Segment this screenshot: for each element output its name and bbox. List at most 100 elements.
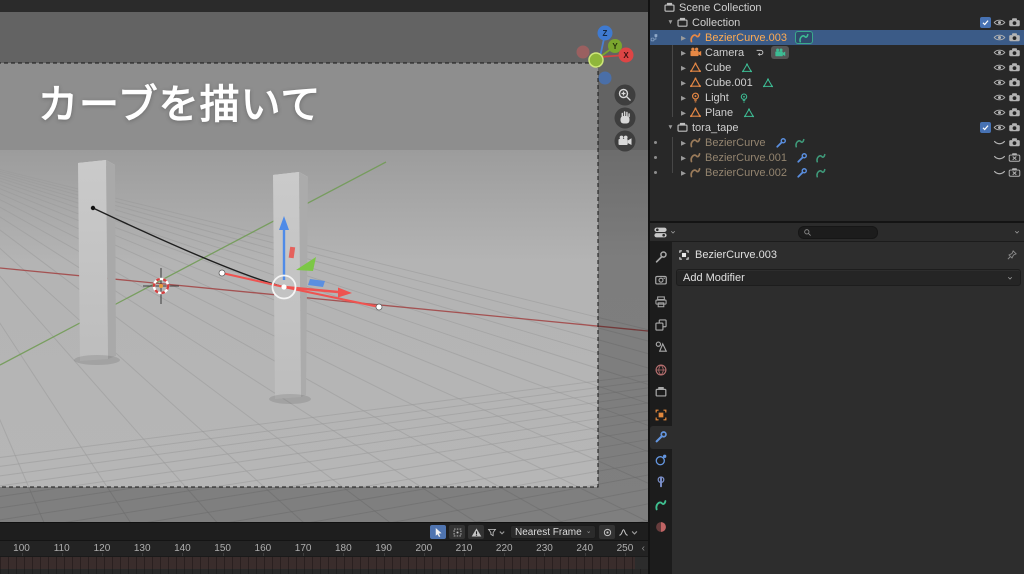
wrench-data-icon[interactable] bbox=[774, 136, 789, 149]
outliner-row[interactable]: Scene Collection bbox=[650, 0, 1024, 15]
hide-viewport-toggle[interactable] bbox=[993, 31, 1006, 44]
outliner-row[interactable]: ▶ Cube bbox=[650, 60, 1024, 75]
disable-render-toggle[interactable] bbox=[1008, 121, 1021, 134]
properties-tab-output[interactable] bbox=[650, 291, 672, 314]
hide-viewport-toggle[interactable] bbox=[993, 166, 1006, 179]
outliner-row[interactable]: ▶ BezierCurve bbox=[650, 135, 1024, 150]
disclosure-triangle[interactable]: ▶ bbox=[678, 79, 689, 87]
disable-render-toggle[interactable] bbox=[1008, 136, 1021, 149]
properties-search[interactable] bbox=[798, 225, 878, 239]
3d-viewport[interactable]: Z Y X カーブを描いて bbox=[0, 0, 648, 522]
frame-tick bbox=[262, 553, 264, 556]
collection-checkbox[interactable] bbox=[980, 17, 991, 28]
hide-viewport-toggle[interactable] bbox=[993, 61, 1006, 74]
timeline-track-area[interactable] bbox=[0, 557, 648, 574]
disclosure-triangle[interactable]: ▶ bbox=[678, 34, 689, 42]
outliner-row[interactable]: ▶ Camera bbox=[650, 45, 1024, 60]
outliner-row[interactable]: ▶ Plane bbox=[650, 105, 1024, 120]
wrench-data-icon[interactable] bbox=[795, 151, 810, 164]
pillar-left[interactable] bbox=[74, 160, 120, 365]
disclosure-triangle[interactable]: ▶ bbox=[678, 154, 689, 162]
mesh-data-icon[interactable] bbox=[741, 106, 756, 119]
disable-render-toggle[interactable] bbox=[1008, 166, 1021, 179]
outliner-row[interactable]: ▶ Light bbox=[650, 90, 1024, 105]
axis-ball-neg-y[interactable] bbox=[588, 52, 604, 68]
properties-tab-render[interactable] bbox=[650, 269, 672, 292]
filter-button[interactable] bbox=[487, 525, 507, 539]
interpolation-button[interactable] bbox=[618, 525, 640, 539]
disable-render-toggle[interactable] bbox=[1008, 31, 1021, 44]
hide-viewport-toggle[interactable] bbox=[993, 76, 1006, 89]
disable-render-toggle[interactable] bbox=[1008, 76, 1021, 89]
keying-button[interactable] bbox=[599, 525, 615, 539]
disclosure-triangle[interactable]: ▶ bbox=[678, 49, 689, 57]
zoom-button[interactable] bbox=[614, 84, 636, 106]
axis-ball-neg-z[interactable] bbox=[598, 71, 612, 85]
disclosure-triangle[interactable]: ▶ bbox=[678, 64, 689, 72]
options-chevron-icon[interactable] bbox=[1013, 228, 1021, 236]
search-input[interactable] bbox=[815, 227, 873, 237]
mesh-data-icon[interactable] bbox=[761, 76, 776, 89]
constraint-data-icon[interactable] bbox=[752, 46, 767, 59]
properties-tab-material[interactable] bbox=[650, 516, 672, 539]
properties-tab-view-layer[interactable] bbox=[650, 314, 672, 337]
camera-view-button[interactable] bbox=[614, 130, 636, 152]
hide-viewport-toggle[interactable] bbox=[993, 16, 1006, 29]
curve-mut-data-icon[interactable] bbox=[814, 151, 829, 164]
add-modifier-button[interactable]: Add Modifier bbox=[676, 269, 1021, 286]
outliner-row[interactable]: ▼ Collection bbox=[650, 15, 1024, 30]
curve-endpoint[interactable] bbox=[90, 205, 96, 211]
hide-viewport-toggle[interactable] bbox=[993, 136, 1006, 149]
outliner-row[interactable]: ▶ BezierCurve.001 bbox=[650, 150, 1024, 165]
disable-render-toggle[interactable] bbox=[1008, 91, 1021, 104]
properties-tab-tool[interactable] bbox=[650, 246, 672, 269]
properties-tab-modifiers[interactable] bbox=[650, 426, 672, 449]
disclosure-triangle[interactable]: ▼ bbox=[665, 124, 676, 131]
tool-icon bbox=[654, 250, 668, 264]
properties-tab-collection[interactable] bbox=[650, 381, 672, 404]
hide-viewport-toggle[interactable] bbox=[993, 106, 1006, 119]
properties-tab-object-data[interactable] bbox=[650, 494, 672, 517]
disclosure-triangle[interactable]: ▼ bbox=[665, 19, 676, 26]
hide-viewport-toggle[interactable] bbox=[993, 46, 1006, 59]
properties-tab-scene[interactable] bbox=[650, 336, 672, 359]
disable-render-toggle[interactable] bbox=[1008, 61, 1021, 74]
hide-viewport-toggle[interactable] bbox=[993, 121, 1006, 134]
warning-button[interactable] bbox=[468, 525, 484, 539]
outliner-row[interactable]: ▼ tora_tape bbox=[650, 120, 1024, 135]
outliner-row[interactable]: ▶ BezierCurve.002 bbox=[650, 165, 1024, 180]
pin-icon[interactable] bbox=[1006, 249, 1018, 261]
axis-ball-neg-x[interactable] bbox=[576, 45, 590, 59]
curve-mut-data-icon[interactable] bbox=[793, 136, 808, 149]
disclosure-triangle[interactable]: ▶ bbox=[678, 94, 689, 102]
playback-sync-dropdown[interactable]: Nearest Frame bbox=[510, 525, 596, 539]
disable-render-toggle[interactable] bbox=[1008, 46, 1021, 59]
editor-type-button[interactable] bbox=[653, 225, 677, 240]
disclosure-triangle[interactable]: ▶ bbox=[678, 169, 689, 177]
disable-render-toggle[interactable] bbox=[1008, 16, 1021, 29]
select-tool-button[interactable] bbox=[430, 525, 446, 539]
mesh-data-icon[interactable] bbox=[739, 61, 754, 74]
camera-obj-data-icon[interactable] bbox=[771, 46, 790, 59]
outliner-row[interactable]: ▶ BezierCurve.003 bbox=[650, 30, 1024, 45]
tweak-tool-button[interactable] bbox=[449, 525, 465, 539]
curve-data-icon[interactable] bbox=[794, 31, 813, 44]
frame-ruler[interactable]: ‹ 100 110 120 130 140 150 160 170 180 190 200 210 22… bbox=[0, 541, 648, 557]
properties-tab-constraints[interactable] bbox=[650, 471, 672, 494]
hide-viewport-toggle[interactable] bbox=[993, 91, 1006, 104]
disable-render-toggle[interactable] bbox=[1008, 106, 1021, 119]
properties-tab-object[interactable] bbox=[650, 404, 672, 427]
pan-button[interactable] bbox=[614, 107, 636, 129]
properties-tab-physics[interactable] bbox=[650, 449, 672, 472]
disable-render-toggle[interactable] bbox=[1008, 151, 1021, 164]
frame-tick bbox=[182, 553, 184, 556]
outliner-row[interactable]: ▶ Cube.001 bbox=[650, 75, 1024, 90]
hide-viewport-toggle[interactable] bbox=[993, 151, 1006, 164]
collection-checkbox[interactable] bbox=[980, 122, 991, 133]
curve-mut-data-icon[interactable] bbox=[814, 166, 829, 179]
wrench-data-icon[interactable] bbox=[795, 166, 810, 179]
disclosure-triangle[interactable]: ▶ bbox=[678, 139, 689, 147]
disclosure-triangle[interactable]: ▶ bbox=[678, 109, 689, 117]
light-data-icon[interactable] bbox=[737, 91, 752, 104]
properties-tab-world[interactable] bbox=[650, 359, 672, 382]
